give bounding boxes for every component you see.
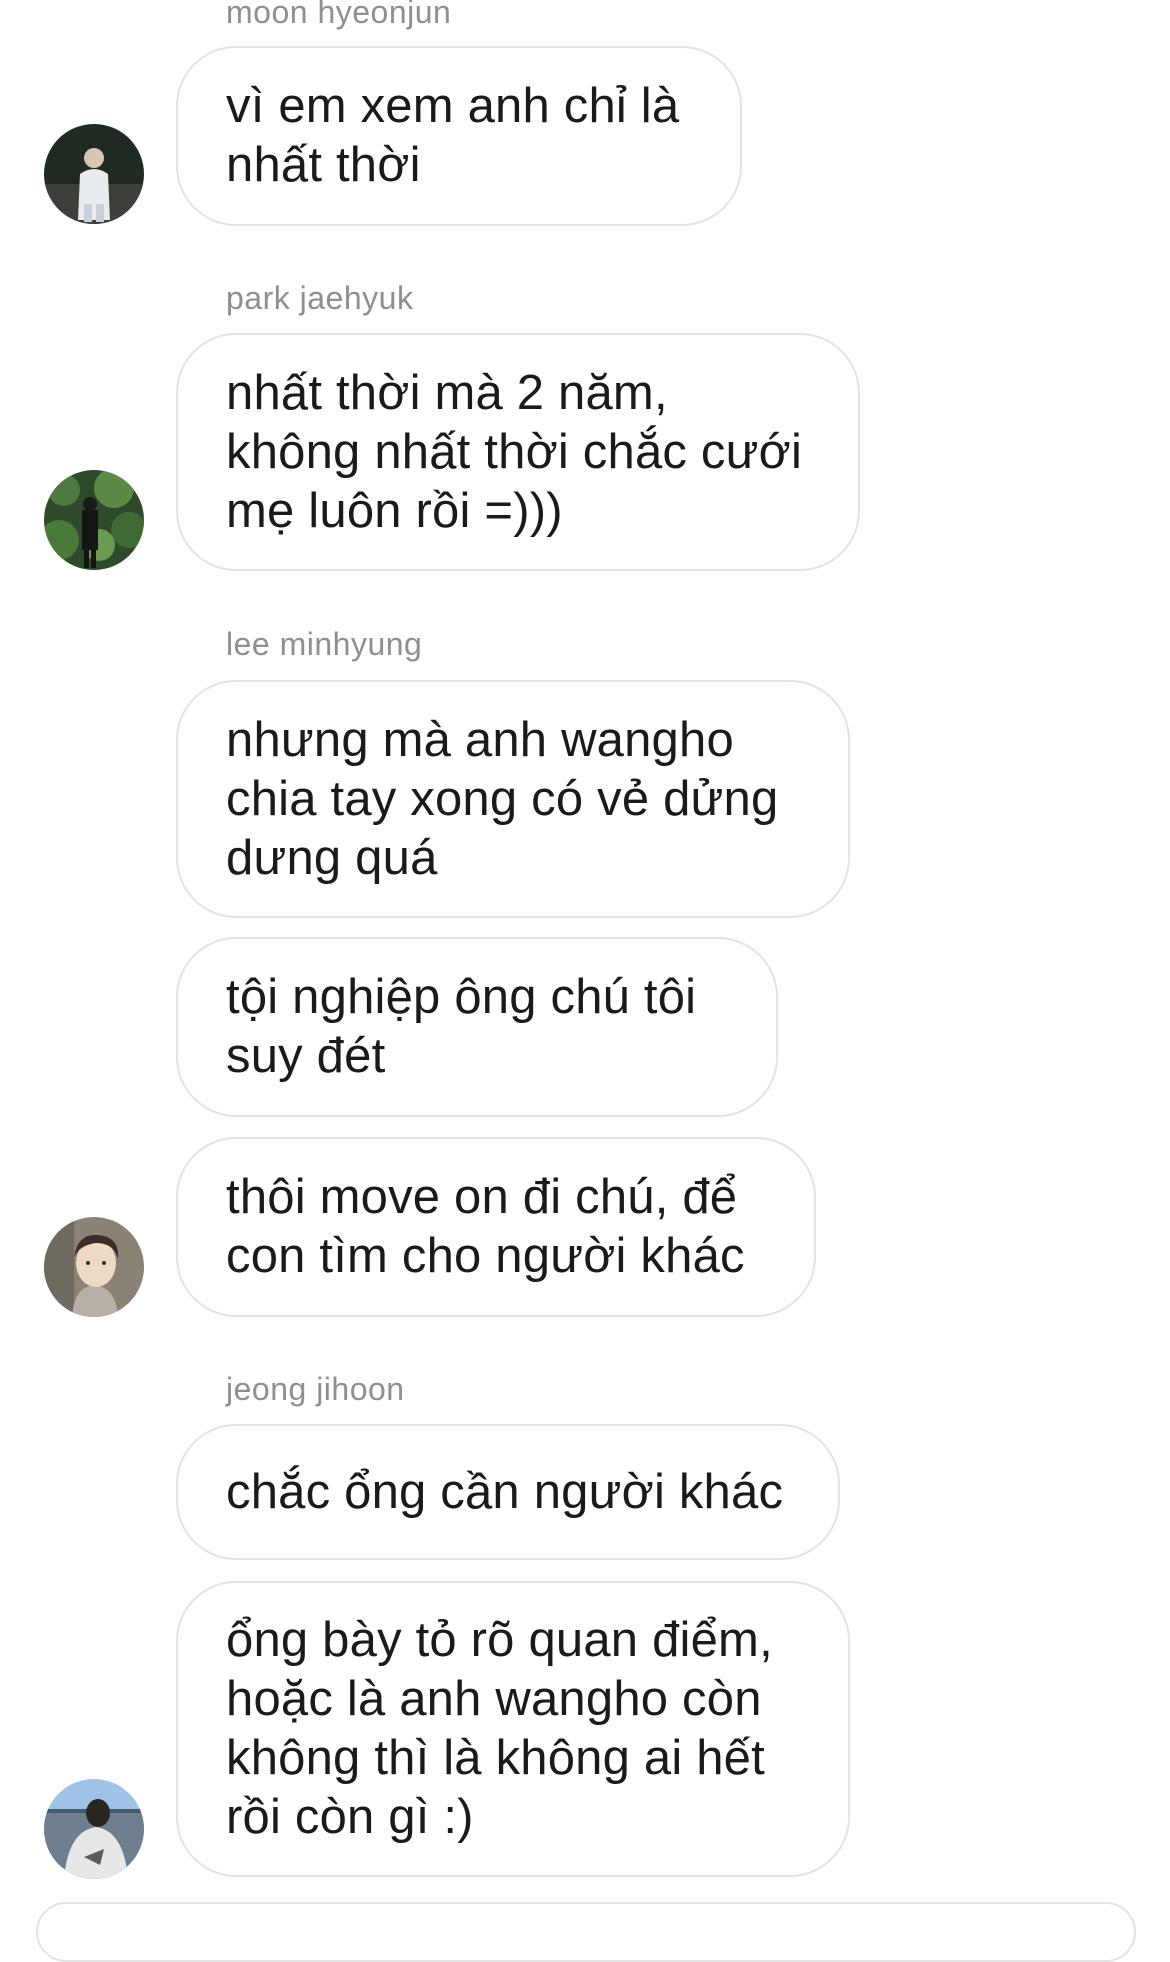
message-bubble[interactable]: tội nghiệp ông chú tôi suy đét (176, 937, 778, 1117)
avatar-park-jaehyuk[interactable] (44, 470, 144, 570)
profile-photo-icon (44, 1779, 144, 1879)
profile-photo-icon (44, 470, 144, 570)
message-bubble[interactable]: nhất thời mà 2 năm, không nhất thời chắc… (176, 333, 860, 571)
sender-name: jeong jihoon (226, 1371, 405, 1407)
message-text: ổng bày tỏ rõ quan điểm, hoặc là anh wan… (226, 1613, 773, 1844)
avatar-lee-minhyung[interactable] (44, 1217, 144, 1317)
message-bubble[interactable]: chắc ổng cần người khác (176, 1424, 840, 1560)
message-composer[interactable] (36, 1902, 1136, 1962)
message-text: thôi move on đi chú, để con tìm cho ngườ… (226, 1170, 745, 1283)
message-bubble[interactable]: vì em xem anh chỉ là nhất thời (176, 46, 742, 226)
message-text: chắc ổng cần người khác (226, 1464, 784, 1519)
message-text: nhưng mà anh wangho chia tay xong có vẻ … (226, 712, 779, 885)
sender-name: moon hyeonjun (226, 0, 452, 30)
message-text: nhất thời mà 2 năm, không nhất thời chắc… (226, 365, 803, 538)
message-text: tội nghiệp ông chú tôi suy đét (226, 970, 697, 1083)
message-bubble[interactable]: ổng bày tỏ rõ quan điểm, hoặc là anh wan… (176, 1581, 850, 1877)
sender-name: lee minhyung (226, 626, 423, 662)
profile-photo-icon (44, 124, 144, 224)
message-bubble[interactable]: nhưng mà anh wangho chia tay xong có vẻ … (176, 680, 850, 918)
message-text: vì em xem anh chỉ là nhất thời (226, 79, 680, 192)
sender-name: park jaehyuk (226, 280, 414, 316)
profile-photo-icon (44, 1217, 144, 1317)
message-bubble[interactable]: thôi move on đi chú, để con tìm cho ngườ… (176, 1137, 816, 1317)
avatar-moon-hyeonjun[interactable] (44, 124, 144, 224)
avatar-jeong-jihoon[interactable] (44, 1779, 144, 1879)
